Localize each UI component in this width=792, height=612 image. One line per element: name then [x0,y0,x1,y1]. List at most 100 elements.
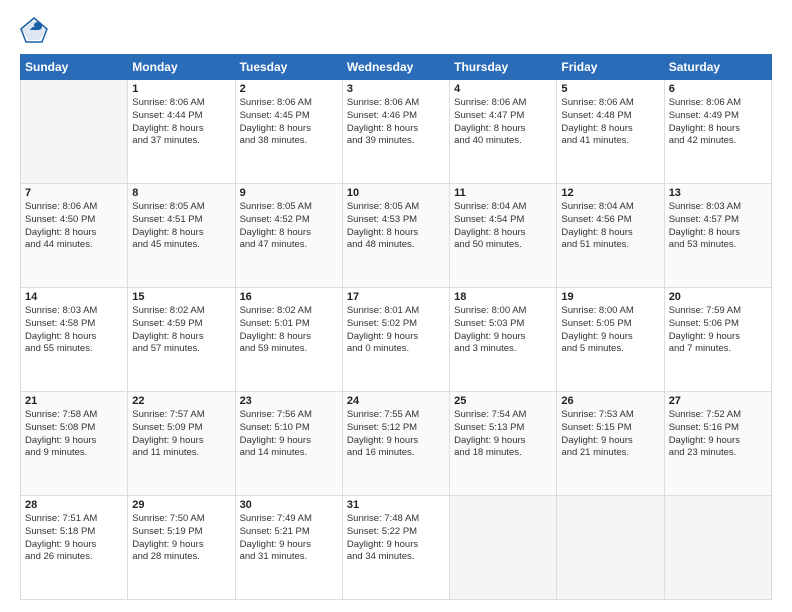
day-info: Sunrise: 8:04 AMSunset: 4:56 PMDaylight:… [561,201,659,252]
day-info: Sunrise: 8:02 AMSunset: 4:59 PMDaylight:… [132,305,230,356]
day-info: Sunrise: 7:53 AMSunset: 5:15 PMDaylight:… [561,409,659,460]
day-info: Sunrise: 7:59 AMSunset: 5:06 PMDaylight:… [669,305,767,356]
calendar-cell: 31 Sunrise: 7:48 AMSunset: 5:22 PMDayligh… [342,496,449,600]
day-info: Sunrise: 8:06 AMSunset: 4:46 PMDaylight:… [347,97,445,148]
day-number: 14 [25,291,123,303]
day-number: 31 [347,499,445,511]
day-info: Sunrise: 8:06 AMSunset: 4:45 PMDaylight:… [240,97,338,148]
calendar-week-row: 1 Sunrise: 8:06 AMSunset: 4:44 PMDaylight… [21,80,772,184]
day-number: 12 [561,187,659,199]
day-number: 30 [240,499,338,511]
calendar-cell: 14 Sunrise: 8:03 AMSunset: 4:58 PMDayligh… [21,288,128,392]
day-info: Sunrise: 8:05 AMSunset: 4:53 PMDaylight:… [347,201,445,252]
calendar-cell: 27 Sunrise: 7:52 AMSunset: 5:16 PMDayligh… [664,392,771,496]
calendar-cell: 20 Sunrise: 7:59 AMSunset: 5:06 PMDayligh… [664,288,771,392]
calendar-cell: 26 Sunrise: 7:53 AMSunset: 5:15 PMDayligh… [557,392,664,496]
day-info: Sunrise: 8:00 AMSunset: 5:03 PMDaylight:… [454,305,552,356]
day-number: 7 [25,187,123,199]
day-number: 1 [132,83,230,95]
day-info: Sunrise: 7:54 AMSunset: 5:13 PMDaylight:… [454,409,552,460]
day-number: 21 [25,395,123,407]
day-info: Sunrise: 8:05 AMSunset: 4:52 PMDaylight:… [240,201,338,252]
calendar-week-row: 21 Sunrise: 7:58 AMSunset: 5:08 PMDayligh… [21,392,772,496]
calendar-cell [664,496,771,600]
day-info: Sunrise: 8:03 AMSunset: 4:57 PMDaylight:… [669,201,767,252]
day-number: 20 [669,291,767,303]
day-number: 18 [454,291,552,303]
calendar-week-row: 14 Sunrise: 8:03 AMSunset: 4:58 PMDayligh… [21,288,772,392]
page: SundayMondayTuesdayWednesdayThursdayFrid… [0,0,792,612]
day-info: Sunrise: 7:50 AMSunset: 5:19 PMDaylight:… [132,513,230,564]
weekday-header: Wednesday [342,55,449,80]
day-info: Sunrise: 7:52 AMSunset: 5:16 PMDaylight:… [669,409,767,460]
calendar-cell: 25Sunrise: 7:54 AMSunset: 5:13 PMDayligh… [450,392,557,496]
day-number: 4 [454,83,552,95]
day-number: 6 [669,83,767,95]
day-number: 28 [25,499,123,511]
day-info: Sunrise: 7:48 AMSunset: 5:22 PMDaylight:… [347,513,445,564]
day-info: Sunrise: 7:57 AMSunset: 5:09 PMDaylight:… [132,409,230,460]
day-info: Sunrise: 7:51 AMSunset: 5:18 PMDaylight:… [25,513,123,564]
day-info: Sunrise: 7:55 AMSunset: 5:12 PMDaylight:… [347,409,445,460]
day-info: Sunrise: 7:56 AMSunset: 5:10 PMDaylight:… [240,409,338,460]
day-info: Sunrise: 7:58 AMSunset: 5:08 PMDaylight:… [25,409,123,460]
calendar-cell: 4 Sunrise: 8:06 AMSunset: 4:47 PMDaylight… [450,80,557,184]
calendar-cell: 13 Sunrise: 8:03 AMSunset: 4:57 PMDayligh… [664,184,771,288]
calendar-cell: 30Sunrise: 7:49 AMSunset: 5:21 PMDayligh… [235,496,342,600]
calendar-cell: 8Sunrise: 8:05 AMSunset: 4:51 PMDaylight… [128,184,235,288]
calendar-cell [557,496,664,600]
header [20,16,772,44]
day-number: 29 [132,499,230,511]
calendar-cell: 6 Sunrise: 8:06 AMSunset: 4:49 PMDaylight… [664,80,771,184]
day-info: Sunrise: 8:06 AMSunset: 4:44 PMDaylight:… [132,97,230,148]
day-info: Sunrise: 8:06 AMSunset: 4:49 PMDaylight:… [669,97,767,148]
calendar-cell: 10Sunrise: 8:05 AMSunset: 4:53 PMDayligh… [342,184,449,288]
weekday-header: Tuesday [235,55,342,80]
weekday-header: Thursday [450,55,557,80]
calendar-cell: 24 Sunrise: 7:55 AMSunset: 5:12 PMDayligh… [342,392,449,496]
calendar-cell: 12 Sunrise: 8:04 AMSunset: 4:56 PMDayligh… [557,184,664,288]
day-number: 2 [240,83,338,95]
calendar-cell: 17Sunrise: 8:01 AMSunset: 5:02 PMDayligh… [342,288,449,392]
day-number: 11 [454,187,552,199]
day-number: 17 [347,291,445,303]
day-info: Sunrise: 8:06 AMSunset: 4:48 PMDaylight:… [561,97,659,148]
day-info: Sunrise: 8:03 AMSunset: 4:58 PMDaylight:… [25,305,123,356]
calendar-cell: 28 Sunrise: 7:51 AMSunset: 5:18 PMDayligh… [21,496,128,600]
calendar-cell: 15 Sunrise: 8:02 AMSunset: 4:59 PMDayligh… [128,288,235,392]
weekday-header: Saturday [664,55,771,80]
day-number: 3 [347,83,445,95]
calendar-week-row: 7 Sunrise: 8:06 AMSunset: 4:50 PMDaylight… [21,184,772,288]
day-info: Sunrise: 8:00 AMSunset: 5:05 PMDaylight:… [561,305,659,356]
calendar-cell: 21 Sunrise: 7:58 AMSunset: 5:08 PMDayligh… [21,392,128,496]
calendar-cell [450,496,557,600]
calendar-cell: 5 Sunrise: 8:06 AMSunset: 4:48 PMDaylight… [557,80,664,184]
weekday-header: Sunday [21,55,128,80]
calendar-cell: 19 Sunrise: 8:00 AMSunset: 5:05 PMDayligh… [557,288,664,392]
day-number: 5 [561,83,659,95]
calendar-cell: 29 Sunrise: 7:50 AMSunset: 5:19 PMDayligh… [128,496,235,600]
day-number: 24 [347,395,445,407]
day-number: 26 [561,395,659,407]
calendar-header-row: SundayMondayTuesdayWednesdayThursdayFrid… [21,55,772,80]
weekday-header: Friday [557,55,664,80]
day-number: 8 [132,187,230,199]
day-info: Sunrise: 8:06 AMSunset: 4:50 PMDaylight:… [25,201,123,252]
day-number: 13 [669,187,767,199]
calendar-table: SundayMondayTuesdayWednesdayThursdayFrid… [20,54,772,600]
calendar-cell: 3 Sunrise: 8:06 AMSunset: 4:46 PMDaylight… [342,80,449,184]
day-number: 9 [240,187,338,199]
day-number: 19 [561,291,659,303]
calendar-cell: 9 Sunrise: 8:05 AMSunset: 4:52 PMDaylight… [235,184,342,288]
calendar-cell: 22 Sunrise: 7:57 AMSunset: 5:09 PMDayligh… [128,392,235,496]
day-number: 22 [132,395,230,407]
day-number: 15 [132,291,230,303]
day-number: 23 [240,395,338,407]
calendar-week-row: 28 Sunrise: 7:51 AMSunset: 5:18 PMDayligh… [21,496,772,600]
day-number: 27 [669,395,767,407]
day-number: 16 [240,291,338,303]
calendar-cell [21,80,128,184]
calendar-cell: 7 Sunrise: 8:06 AMSunset: 4:50 PMDaylight… [21,184,128,288]
day-info: Sunrise: 8:06 AMSunset: 4:47 PMDaylight:… [454,97,552,148]
day-info: Sunrise: 8:04 AMSunset: 4:54 PMDaylight:… [454,201,552,252]
